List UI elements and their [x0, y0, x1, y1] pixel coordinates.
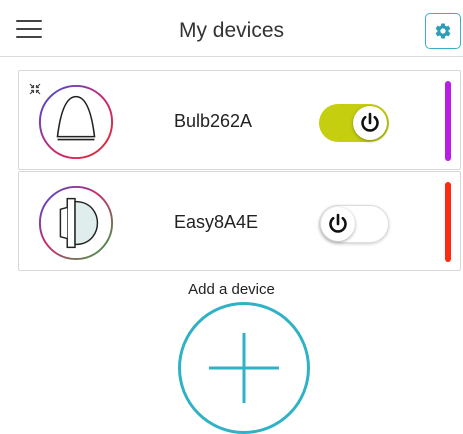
- device-name: Bulb262A: [174, 111, 253, 131]
- device-color-indicator: [445, 81, 451, 161]
- device-card-bulb262a[interactable]: Bulb262A: [18, 70, 461, 170]
- settings-button[interactable]: [425, 13, 461, 49]
- bulb-dome-icon: [38, 84, 114, 160]
- power-toggle[interactable]: [319, 104, 389, 142]
- page-title: My devices: [178, 19, 285, 42]
- toggle-knob: [321, 207, 355, 241]
- device-color-indicator: [445, 182, 451, 262]
- app-header: My devices: [0, 0, 463, 57]
- plus-icon: [209, 333, 279, 403]
- power-toggle[interactable]: [319, 205, 389, 243]
- device-name: Easy8A4E: [174, 212, 259, 232]
- bulb-side-icon: [38, 185, 114, 261]
- add-device-button[interactable]: [178, 302, 310, 434]
- add-device-label: Add a device: [188, 281, 275, 298]
- power-icon: [361, 112, 379, 132]
- device-card-easy8a4e[interactable]: Easy8A4E: [18, 171, 461, 271]
- toggle-knob: [353, 106, 387, 140]
- gear-icon: [435, 23, 451, 39]
- power-icon: [329, 213, 347, 233]
